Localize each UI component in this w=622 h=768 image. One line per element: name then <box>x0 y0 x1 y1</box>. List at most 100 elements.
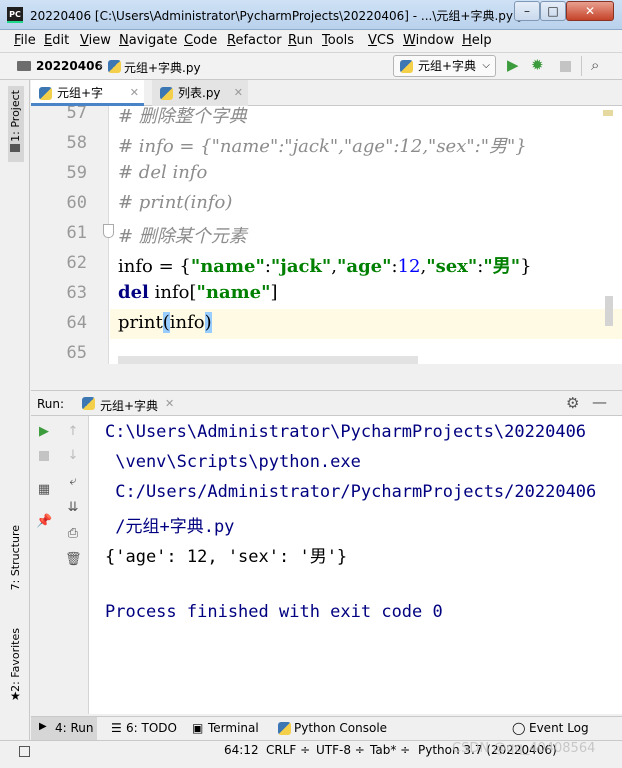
run-toolbar: ▶ ↑ ↓ ⤶ ▦ ⇊ 📌 ⎙ 🗑 <box>31 416 89 714</box>
warning-marker[interactable] <box>603 110 613 116</box>
console-line: \venv\Scripts\python.exe <box>105 452 361 472</box>
line-gutter: 57 58 59 60 61 62 63 64 65 <box>31 106 114 364</box>
close-tab-icon[interactable]: ✕ <box>234 80 243 106</box>
breadcrumb-separator-icon: › <box>98 59 103 73</box>
rerun-icon[interactable]: ▶ <box>36 424 52 440</box>
menu-tools[interactable]: Tools <box>322 33 354 48</box>
debug-icon[interactable]: ✹ <box>531 56 544 74</box>
event-log-icon: ◯ <box>512 721 526 735</box>
left-tool-strip: 1: Project 7: Structure 2: Favorites ★ <box>0 80 30 740</box>
code-editor[interactable]: 57 58 59 60 61 62 63 64 65 # 删除整个字典 # in… <box>31 106 622 364</box>
tab-yuanzu-zidian[interactable]: 元组+字典.py ✕ <box>31 80 144 126</box>
console-line: C:\Users\Administrator\PycharmProjects\2… <box>105 422 587 442</box>
tool-window-bar: ▶ 4: Run ☰ 6: TODO ▣ Terminal Python Con… <box>31 716 622 740</box>
run-config-select[interactable]: 元组+字典 ⌵ <box>393 55 496 77</box>
python-icon <box>82 397 95 410</box>
python-console-button[interactable]: Python Console <box>294 721 387 735</box>
menu-code[interactable]: Code <box>184 33 217 48</box>
console-output[interactable]: C:\Users\Administrator\PycharmProjects\2… <box>89 416 622 714</box>
todo-tool-button[interactable]: 6: TODO <box>126 721 177 735</box>
toggle-tool-windows-icon[interactable] <box>19 746 30 757</box>
trash-icon[interactable]: 🗑 <box>65 552 82 568</box>
hide-panel-icon[interactable]: — <box>592 393 607 411</box>
up-arrow-icon[interactable]: ↑ <box>65 424 81 440</box>
console-line: C:/Users/Administrator/PycharmProjects/2… <box>105 482 597 502</box>
favorites-tool-button[interactable]: 2: Favorites <box>9 628 22 692</box>
fold-marker-icon[interactable] <box>103 224 114 238</box>
close-tab-icon[interactable]: ✕ <box>130 80 139 106</box>
menu-vcs[interactable]: VCS <box>368 33 394 48</box>
menu-help[interactable]: Help <box>462 33 492 48</box>
menu-refactor[interactable]: Refactor <box>227 33 282 48</box>
pin-icon[interactable]: 📌 <box>36 514 52 530</box>
toolbar-divider <box>581 56 582 76</box>
line-separator[interactable]: CRLF ÷ <box>266 743 310 757</box>
soft-wrap-icon[interactable]: ⤶ <box>65 474 81 490</box>
run-panel-label: Run: <box>37 397 65 411</box>
file-encoding[interactable]: UTF-8 ÷ <box>316 743 365 757</box>
code-line-64: print(info) <box>118 312 212 333</box>
stop-icon[interactable] <box>39 451 49 461</box>
tab-label: 列表.py <box>178 86 221 100</box>
code-line-57: # 删除整个字典 <box>118 106 247 127</box>
caret-position[interactable]: 64:12 <box>224 743 259 757</box>
window-title: 20220406 [C:\Users\Administrator\Pycharm… <box>30 9 522 23</box>
python-file-icon <box>108 60 121 73</box>
console-line: /元组+字典.py <box>105 517 235 537</box>
status-bar: 64:12 CRLF ÷ UTF-8 ÷ Tab* ÷ Python 3.7 (… <box>0 740 622 768</box>
line-number: 65 <box>66 343 87 363</box>
maximize-button[interactable]: □ <box>540 1 566 21</box>
minimize-button[interactable]: – <box>514 1 540 21</box>
line-number: 62 <box>66 253 87 273</box>
chevron-down-icon: ⌵ <box>482 60 490 71</box>
code-line-59: # del info <box>118 162 208 183</box>
scroll-to-end-icon[interactable]: ⇊ <box>65 500 81 516</box>
tab-liebiao[interactable]: 列表.py ✕ <box>152 80 248 106</box>
menu-edit[interactable]: Edit <box>44 33 69 48</box>
folder-icon <box>17 61 31 71</box>
code-line-58: # info = {"name":"jack","age":12,"sex":"… <box>118 136 527 157</box>
print-icon[interactable]: ⎙ <box>65 526 81 542</box>
line-number: 63 <box>66 283 87 303</box>
menu-run[interactable]: Run <box>288 33 313 48</box>
run-panel-header: Run: 元组+字典 ✕ ⚙ — <box>31 390 622 416</box>
event-log-button[interactable]: Event Log <box>529 721 589 735</box>
vertical-scrollbar[interactable] <box>605 296 613 326</box>
terminal-tool-button[interactable]: Terminal <box>208 721 259 735</box>
stop-icon[interactable] <box>560 61 571 72</box>
close-run-tab-icon[interactable]: ✕ <box>165 397 174 410</box>
menu-file[interactable]: File <box>14 33 36 48</box>
terminal-icon: ▣ <box>192 721 204 735</box>
close-button[interactable]: ✕ <box>566 1 614 21</box>
down-arrow-icon[interactable]: ↓ <box>65 448 81 464</box>
search-icon[interactable]: ⌕ <box>591 56 599 74</box>
todo-tool-icon: ☰ <box>111 721 122 735</box>
python-console-icon <box>278 722 291 735</box>
title-bar[interactable]: PC 20220406 [C:\Users\Administrator\Pych… <box>0 0 622 30</box>
project-tool-button[interactable]: 1: Project <box>9 90 22 142</box>
gear-icon[interactable]: ⚙ <box>566 394 579 412</box>
python-file-icon <box>39 87 52 100</box>
run-config-label: 元组+字典 <box>418 59 477 73</box>
run-tool-button[interactable]: 4: Run <box>55 721 94 735</box>
menu-view[interactable]: View <box>80 33 111 48</box>
python-icon <box>400 60 413 73</box>
menu-window[interactable]: Window <box>403 33 454 48</box>
run-tab-label[interactable]: 元组+字典 <box>100 397 158 414</box>
horizontal-scrollbar[interactable] <box>118 356 418 364</box>
line-number: 64 <box>66 313 87 333</box>
breadcrumb-project[interactable]: 20220406 <box>36 59 103 73</box>
line-number: 58 <box>66 133 87 153</box>
console-line: {'age': 12, 'sex': '男'} <box>105 547 348 567</box>
breadcrumb-file[interactable]: 元组+字典.py <box>124 59 201 76</box>
line-number: 61 <box>66 223 87 243</box>
code-line-60: # print(info) <box>118 192 233 213</box>
indent-setting[interactable]: Tab* ÷ <box>370 743 410 757</box>
structure-tool-button[interactable]: 7: Structure <box>9 525 22 590</box>
layout-icon[interactable]: ▦ <box>36 482 52 498</box>
line-number: 59 <box>66 163 87 183</box>
code-line-61: # 删除某个元素 <box>118 226 247 247</box>
menu-navigate[interactable]: Navigate <box>119 33 177 48</box>
run-icon[interactable]: ▶ <box>507 56 519 74</box>
navigation-bar: 20220406 › 元组+字典.py 元组+字典 ⌵ ▶ ✹ ⌕ <box>0 52 622 80</box>
